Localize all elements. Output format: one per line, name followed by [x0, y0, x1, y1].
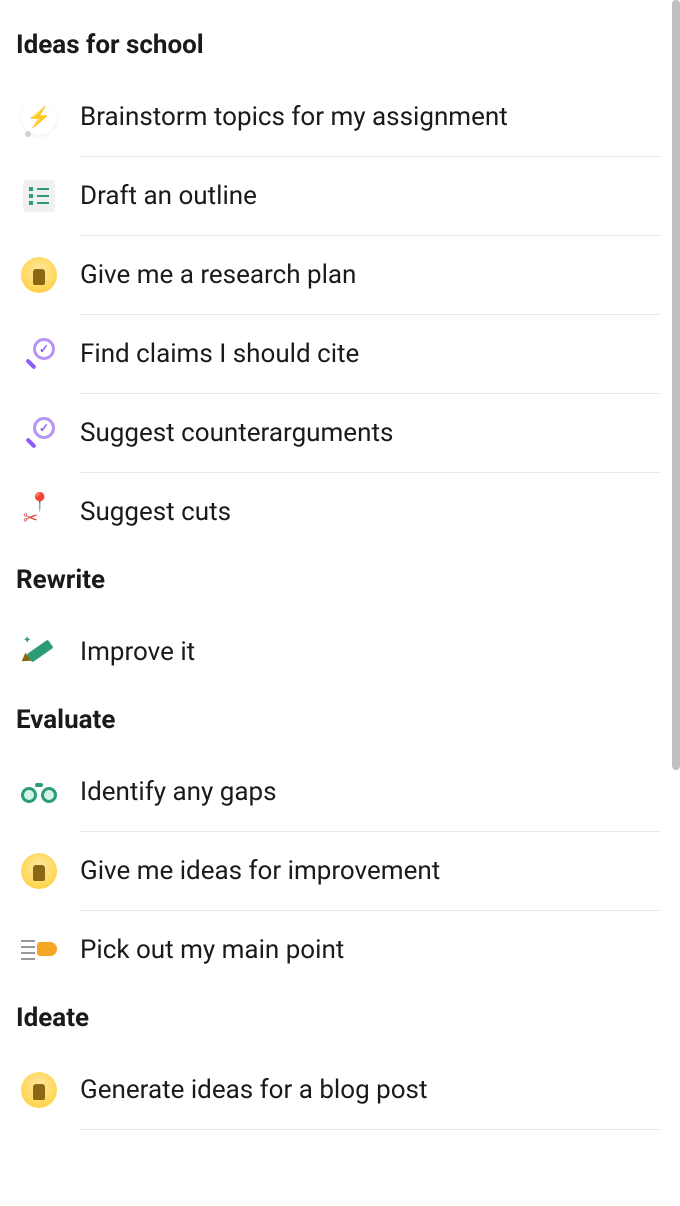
magnify-check-icon [20, 335, 58, 373]
outline-icon [20, 177, 58, 215]
section-header: Ideas for school [16, 30, 660, 60]
scissors-pin-icon [20, 493, 58, 531]
section-evaluate: Evaluate Identify any gaps Give me ideas… [16, 705, 660, 989]
list-item-brainstorm[interactable]: Brainstorm topics for my assignment [16, 78, 660, 156]
lightbulb-icon [20, 256, 58, 294]
list-item-blog-post[interactable]: Generate ideas for a blog post [16, 1051, 660, 1129]
binoculars-icon [20, 773, 58, 811]
list-item-label: Identify any gaps [80, 757, 660, 827]
list-item-label: Suggest cuts [80, 477, 660, 547]
section-rewrite: Rewrite ✦ Improve it [16, 565, 660, 691]
section-ideate: Ideate Generate ideas for a blog post [16, 1003, 660, 1130]
list-item-counterarguments[interactable]: Suggest counterarguments [16, 394, 660, 472]
section-header: Rewrite [16, 565, 660, 595]
list-item-draft-outline[interactable]: Draft an outline [16, 157, 660, 235]
list-item-research-plan[interactable]: Give me a research plan [16, 236, 660, 314]
list-item-label: Suggest counterarguments [80, 398, 660, 468]
suggestions-panel: Ideas for school Brainstorm topics for m… [0, 0, 680, 1130]
list-item-label: Brainstorm topics for my assignment [80, 82, 660, 152]
list-item-ideas-improvement[interactable]: Give me ideas for improvement [16, 832, 660, 910]
point-icon [20, 931, 58, 969]
list-item-label: Generate ideas for a blog post [80, 1055, 660, 1125]
lightning-icon [20, 98, 58, 136]
list-item-improve-it[interactable]: ✦ Improve it [16, 613, 660, 691]
section-header: Evaluate [16, 705, 660, 735]
list-item-label: Give me a research plan [80, 240, 660, 310]
list-item-main-point[interactable]: Pick out my main point [16, 911, 660, 989]
list-item-suggest-cuts[interactable]: Suggest cuts [16, 473, 660, 551]
list-item-label: Give me ideas for improvement [80, 836, 660, 906]
magnify-check-icon [20, 414, 58, 452]
list-item-label: Improve it [80, 617, 660, 687]
lightbulb-icon [20, 1071, 58, 1109]
list-item-identify-gaps[interactable]: Identify any gaps [16, 753, 660, 831]
list-item-label: Find claims I should cite [80, 319, 660, 389]
list-item-label: Draft an outline [80, 161, 660, 231]
section-ideas-for-school: Ideas for school Brainstorm topics for m… [16, 30, 660, 551]
magic-pen-icon: ✦ [20, 633, 58, 671]
list-item-label: Pick out my main point [80, 915, 660, 985]
lightbulb-icon [20, 852, 58, 890]
list-item-find-claims[interactable]: Find claims I should cite [16, 315, 660, 393]
scrollbar[interactable] [672, 0, 680, 770]
section-header: Ideate [16, 1003, 660, 1033]
